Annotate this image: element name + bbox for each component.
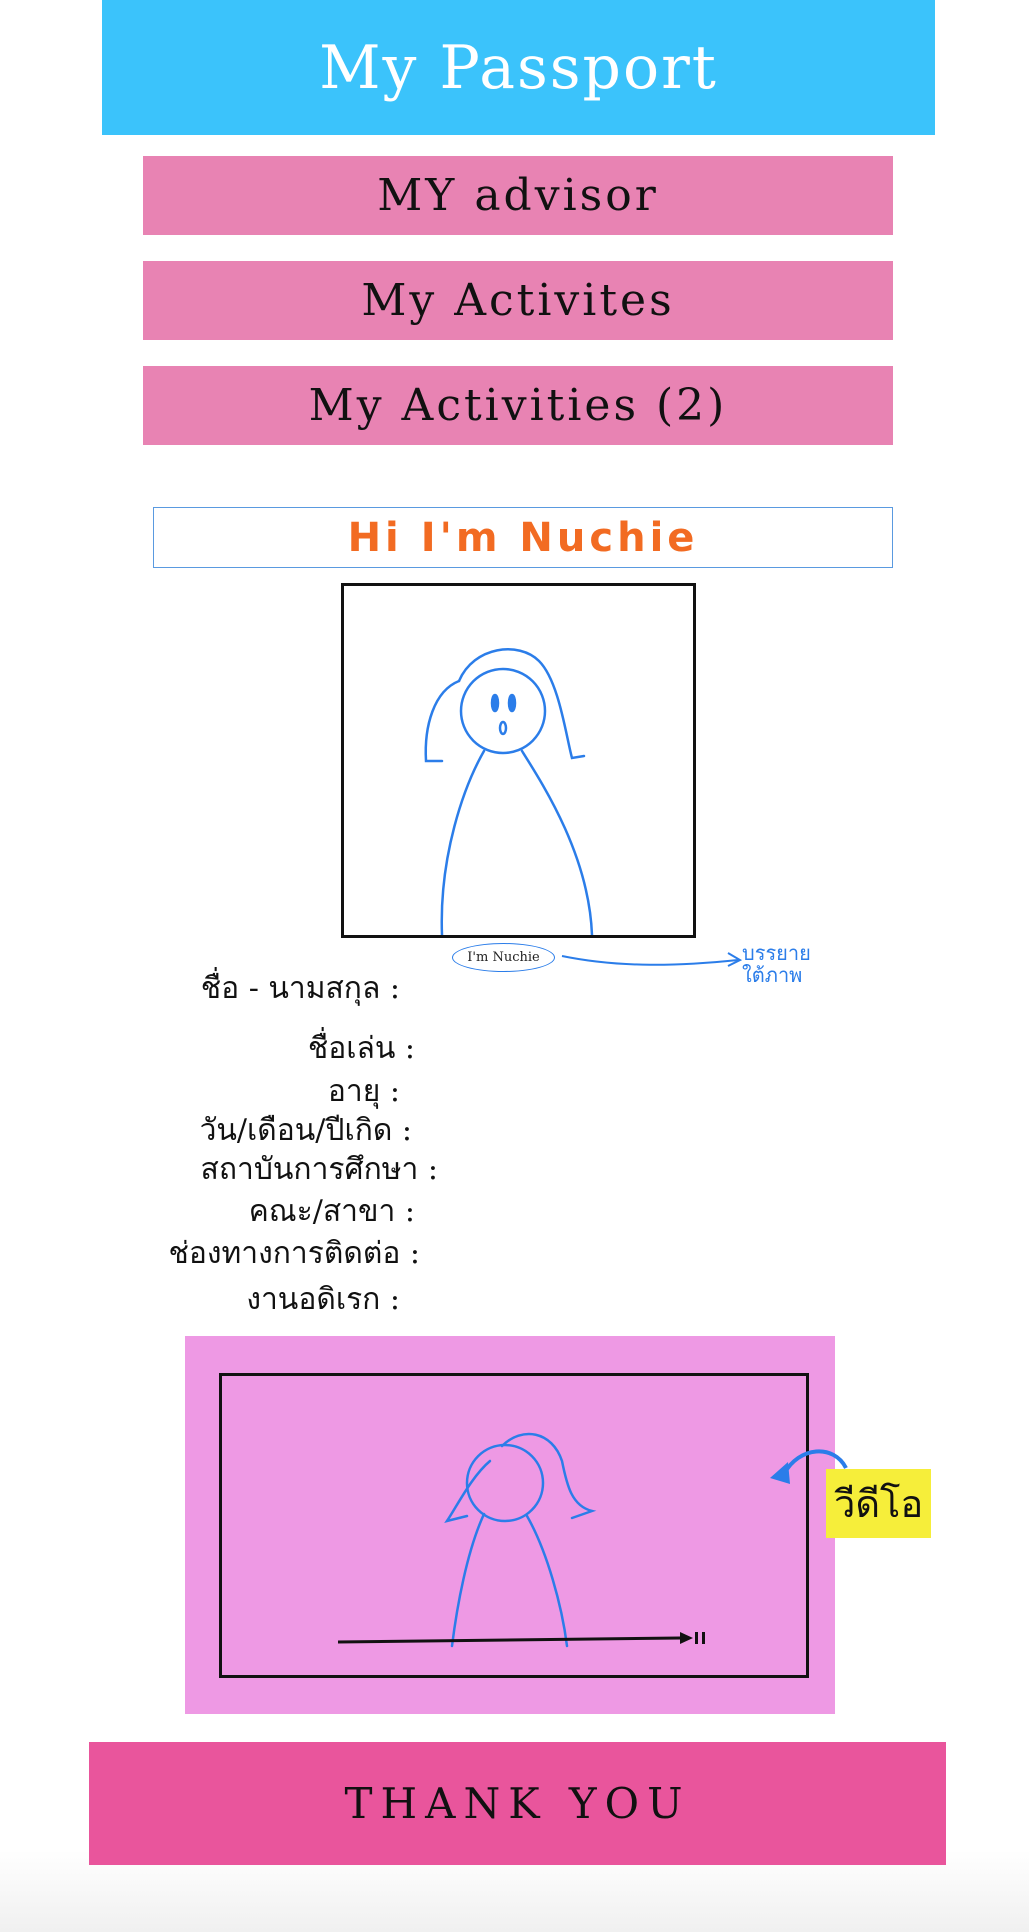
field-fullname-label: ชื่อ - นามสกุล : (200, 971, 400, 1006)
field-nickname-label: ชื่อเล่น : (307, 1031, 415, 1066)
video-progress-bar[interactable] (335, 1630, 715, 1650)
field-institution-label: สถาบันการศึกษา : (200, 1152, 438, 1187)
play-pause-icon[interactable] (694, 1631, 708, 1645)
nav-my-advisor-button[interactable]: MY advisor (143, 156, 893, 235)
greeting-heading: Hi I'm Nuchie (153, 507, 893, 568)
field-faculty-label: คณะ/สาขา : (248, 1194, 415, 1229)
field-contact-label: ช่องทางการติดต่อ : (168, 1236, 420, 1271)
thank-you-button[interactable]: THANK YOU (89, 1742, 946, 1865)
person-sketch-icon (424, 648, 594, 937)
nav-my-activities-2-button[interactable]: My Activities (2) (143, 366, 893, 445)
video-label: วีดีโอ (826, 1469, 932, 1538)
profile-photo (341, 583, 696, 938)
photo-caption: I'm Nuchie (452, 943, 555, 972)
page-title: My Passport (102, 0, 935, 135)
field-hobby-label: งานอดิเรก : (246, 1282, 400, 1317)
caption-note: บรรยายใต้ภาพ (742, 941, 811, 987)
arrow-right-icon (561, 952, 743, 967)
nav-my-activities-button[interactable]: My Activites (143, 261, 893, 340)
